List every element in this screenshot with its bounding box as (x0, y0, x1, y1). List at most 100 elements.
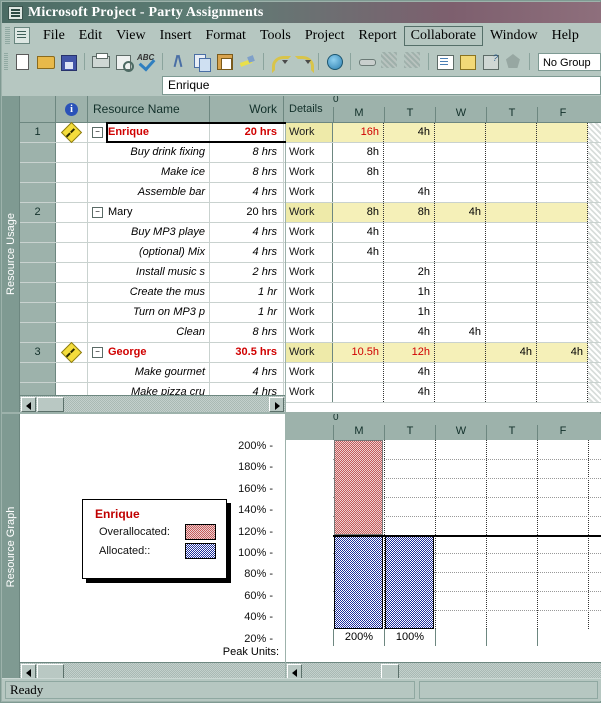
row-work-value[interactable]: 30.5 hrs (210, 343, 284, 362)
details-cell[interactable]: 4h (435, 203, 486, 222)
details-cell[interactable] (435, 143, 486, 162)
details-cell[interactable] (537, 323, 588, 342)
row-resource-name[interactable]: Turn on MP3 p (88, 303, 210, 322)
details-cell[interactable] (537, 383, 588, 402)
details-cell[interactable] (435, 343, 486, 362)
assign-resources-icon[interactable] (480, 51, 501, 72)
toolbar-grip-handle[interactable] (4, 52, 8, 71)
details-cell[interactable] (537, 183, 588, 202)
hyperlink-icon[interactable] (324, 51, 345, 72)
details-row[interactable]: Work 8h (286, 163, 601, 183)
row-work-value[interactable]: 8 hrs (210, 163, 284, 182)
details-cell[interactable] (486, 303, 537, 322)
column-header-id[interactable] (20, 96, 56, 122)
row-resource-name[interactable]: Make gourmet (88, 363, 210, 382)
cut-icon[interactable] (168, 51, 189, 72)
details-cell[interactable] (384, 163, 435, 182)
row-work-value[interactable]: 8 hrs (210, 323, 284, 342)
usage-table-hscrollbar[interactable] (20, 395, 285, 412)
details-cell[interactable] (537, 163, 588, 182)
row-work-value[interactable]: 4 hrs (210, 223, 284, 242)
details-cell[interactable]: 4h (435, 323, 486, 342)
menu-item-format[interactable]: Format (199, 26, 253, 46)
details-cell[interactable]: 4h (333, 243, 384, 262)
details-cell[interactable] (486, 363, 537, 382)
row-work-value[interactable]: 2 hrs (210, 263, 284, 282)
details-cell[interactable] (486, 323, 537, 342)
details-row[interactable]: Work 4h (286, 223, 601, 243)
group-filter-select[interactable]: No Group (537, 52, 601, 71)
details-cell[interactable] (537, 263, 588, 282)
details-cell[interactable]: 4h (537, 343, 588, 362)
row-indicator-cell[interactable] (56, 163, 88, 182)
scroll-thumb[interactable] (37, 664, 64, 679)
row-resource-name[interactable]: (optional) Mix (88, 243, 210, 262)
scroll-left-arrow-icon[interactable] (21, 397, 36, 412)
row-resource-name[interactable]: Install music s (88, 263, 210, 282)
details-cell[interactable]: 8h (384, 203, 435, 222)
scroll-left-arrow-icon[interactable] (287, 664, 302, 679)
details-cell[interactable]: 8h (333, 143, 384, 162)
details-cell[interactable] (537, 283, 588, 302)
details-cell[interactable] (435, 183, 486, 202)
details-cell[interactable] (333, 263, 384, 282)
row-indicator-cell[interactable] (56, 183, 88, 202)
row-resource-name[interactable]: Buy drink fixing (88, 143, 210, 162)
print-icon[interactable] (90, 51, 111, 72)
undo-icon[interactable] (269, 51, 291, 73)
resource-graph-icon[interactable] (503, 51, 524, 72)
table-row[interactable]: Assemble bar 4 hrs (20, 183, 285, 203)
save-icon[interactable] (58, 51, 79, 72)
details-cell[interactable] (435, 383, 486, 402)
details-cell[interactable] (486, 263, 537, 282)
details-cell[interactable] (486, 163, 537, 182)
menu-item-window[interactable]: Window (483, 26, 545, 46)
details-cell[interactable] (333, 303, 384, 322)
details-cell[interactable] (486, 243, 537, 262)
row-work-value[interactable]: 4 hrs (210, 183, 284, 202)
details-cell[interactable]: 12h (384, 343, 435, 362)
details-cell[interactable]: 1h (384, 283, 435, 302)
menu-item-edit[interactable]: Edit (72, 26, 109, 46)
details-row[interactable]: Work 16h 4h (286, 123, 601, 143)
format-painter-icon[interactable] (237, 51, 258, 72)
row-indicator-cell[interactable] (56, 323, 88, 342)
row-indicator-cell[interactable] (56, 263, 88, 282)
row-work-value[interactable]: 4 hrs (210, 243, 284, 262)
details-cell[interactable]: 4h (333, 223, 384, 242)
unlink-tasks-icon[interactable] (379, 51, 400, 72)
row-indicator-cell[interactable] (56, 143, 88, 162)
details-row[interactable]: Work 1h (286, 283, 601, 303)
details-cell[interactable]: 4h (486, 343, 537, 362)
split-task-icon[interactable] (402, 51, 423, 72)
details-cell[interactable] (435, 123, 486, 142)
document-control-icon[interactable] (14, 27, 30, 44)
redo-icon[interactable] (292, 51, 314, 73)
menu-item-insert[interactable]: Insert (153, 26, 199, 46)
task-notes-icon[interactable] (457, 51, 478, 72)
details-cell[interactable] (537, 143, 588, 162)
row-indicator-cell[interactable] (56, 243, 88, 262)
scroll-thumb[interactable] (381, 664, 399, 679)
row-work-value[interactable]: 20 hrs (210, 123, 284, 142)
details-cell[interactable] (486, 223, 537, 242)
table-row[interactable]: Create the mus 1 hr (20, 283, 285, 303)
details-cell[interactable]: 4h (384, 183, 435, 202)
row-resource-name[interactable]: − Mary (88, 203, 210, 222)
menu-item-file[interactable]: File (36, 26, 72, 46)
details-cell[interactable]: 8h (333, 163, 384, 182)
table-row[interactable]: 1− Enrique 20 hrs (20, 121, 285, 144)
details-row[interactable]: Work 2h (286, 263, 601, 283)
table-row[interactable]: 2− Mary 20 hrs (20, 203, 285, 223)
details-cell[interactable] (435, 283, 486, 302)
details-cell[interactable] (486, 123, 537, 142)
details-cell[interactable] (333, 383, 384, 402)
details-cell[interactable]: 4h (384, 123, 435, 142)
details-cell[interactable]: 2h (384, 263, 435, 282)
table-row[interactable]: Clean 8 hrs (20, 323, 285, 343)
row-indicator-cell[interactable] (56, 223, 88, 242)
details-cell[interactable]: 10.5h (333, 343, 384, 362)
row-resource-name[interactable]: − Enrique (88, 123, 210, 142)
details-cell[interactable] (537, 243, 588, 262)
graph-right-hscrollbar[interactable] (286, 662, 601, 679)
